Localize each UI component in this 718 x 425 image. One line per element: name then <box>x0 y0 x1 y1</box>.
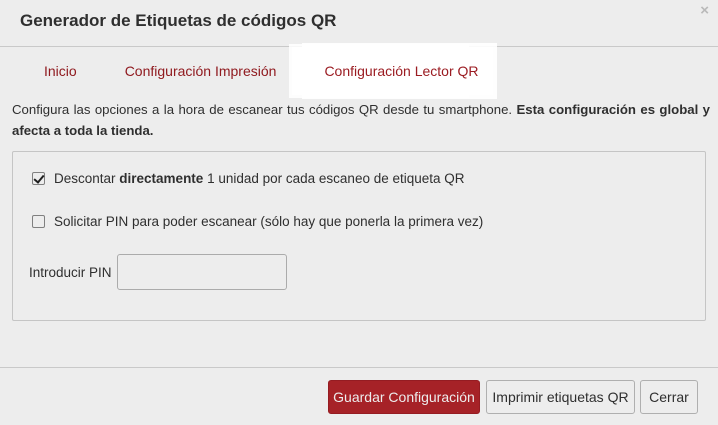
pin-label: Introducir PIN <box>29 264 112 280</box>
close-icon[interactable]: × <box>700 1 709 21</box>
discount-option[interactable]: Descontar directamente 1 unidad por cada… <box>32 171 465 186</box>
tab-inicio[interactable]: Inicio <box>15 47 111 95</box>
discount-label-pre: Descontar <box>54 171 120 186</box>
description-text: Configura las opciones a la hora de esca… <box>12 102 517 117</box>
tab-bar: Inicio Configuración Impresión Configura… <box>15 47 493 95</box>
save-configuration-button[interactable]: Guardar Configuración <box>328 380 480 414</box>
require-pin-label: Solicitar PIN para poder escanear (sólo … <box>54 214 484 229</box>
discount-label-bold: directamente <box>119 171 204 186</box>
discount-checkbox[interactable] <box>32 172 45 185</box>
qr-generator-modal: Generador de Etiquetas de códigos QR × I… <box>0 0 718 425</box>
print-qr-labels-button[interactable]: Imprimir etiquetas QR <box>486 380 635 414</box>
close-button[interactable]: Cerrar <box>640 380 698 414</box>
pin-row: Introducir PIN <box>29 254 287 290</box>
modal-header: Generador de Etiquetas de códigos QR × <box>0 0 718 47</box>
tab-configuracion-lector-qr[interactable]: Configuración Lector QR <box>306 47 493 95</box>
discount-label-post: 1 unidad por cada escaneo de etiqueta QR <box>203 171 465 186</box>
description: Configura las opciones a la hora de esca… <box>12 99 710 141</box>
require-pin-checkbox[interactable] <box>32 215 45 228</box>
modal-title: Generador de Etiquetas de códigos QR <box>20 11 337 30</box>
discount-label: Descontar directamente 1 unidad por cada… <box>54 171 465 186</box>
settings-panel: Descontar directamente 1 unidad por cada… <box>12 151 706 321</box>
require-pin-option[interactable]: Solicitar PIN para poder escanear (sólo … <box>32 214 483 229</box>
tab-configuracion-impresion[interactable]: Configuración Impresión <box>111 47 305 95</box>
modal-footer: Guardar Configuración Imprimir etiquetas… <box>0 367 718 425</box>
pin-input[interactable] <box>116 254 287 290</box>
